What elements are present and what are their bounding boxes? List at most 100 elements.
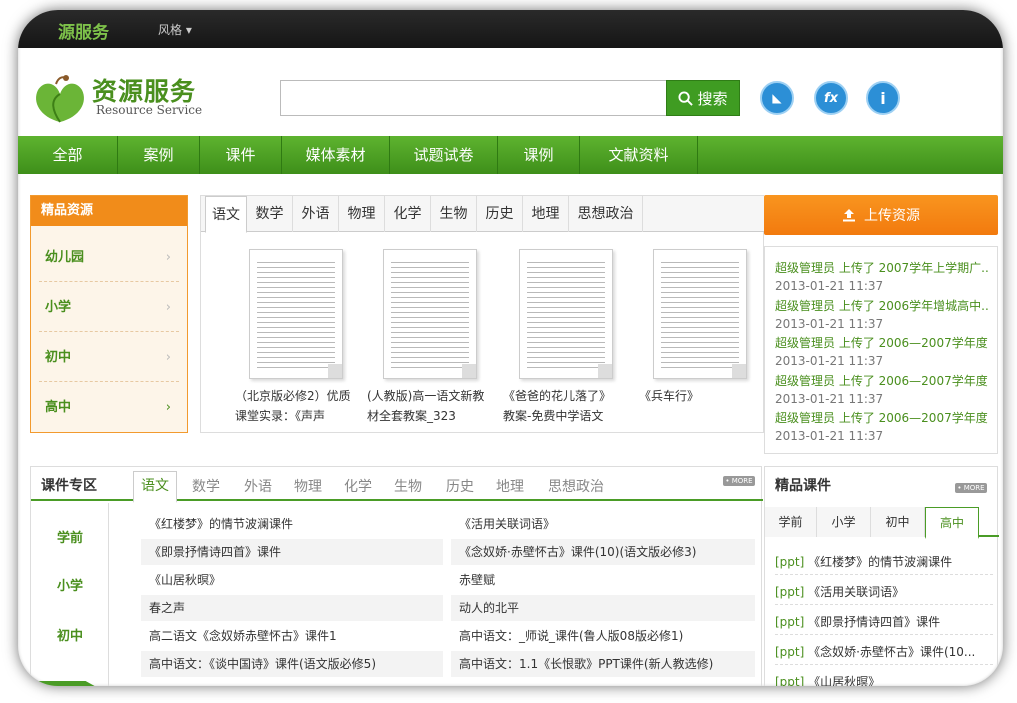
list-item[interactable]: 《活用关联词语》 [451,511,755,537]
upload-label: 上传资源 [864,208,920,224]
list-item[interactable]: 《念奴娇·赤壁怀古》课件(10)(语文版必修3) [451,539,755,565]
tab-math[interactable]: 数学 [247,196,293,232]
tab-chinese[interactable]: 语文 [205,196,247,233]
tab-chemistry[interactable]: 化学 [385,196,431,232]
premium-item[interactable]: [ppt] 《活用关联词语》 [775,579,993,605]
tab-history[interactable]: 历史 [477,196,523,232]
browser-frame: 源服务 风格 ▾ 资源服务 Resource Service 搜索 ◣ fx i… [18,10,1003,686]
activity-time: 2013-01-21 11:37 [775,354,884,368]
premium-item[interactable]: [ppt] 《红楼梦》的情节波澜课件 [775,549,993,575]
level-primary[interactable]: 小学 › [39,284,179,332]
activity-text[interactable]: 超级管理员 上传了 2006—2007学年度... [775,372,989,389]
premium-courseware: 精品课件 • MORE 学前 小学 初中 高中 [ppt] 《红楼梦》的情节波澜… [764,466,999,686]
featured-panel: 精品资源 幼儿园 › 小学 › 初中 › 高中 › [30,195,188,433]
premium-title: 精品课件 [775,478,831,494]
document-thumbnail[interactable] [383,249,477,379]
activity-feed: 超级管理员 上传了 2007学年上学期广... 2013-01-21 11:37… [764,246,998,454]
formula-icon[interactable]: fx [814,81,848,115]
triangle-ruler-icon[interactable]: ◣ [760,81,794,115]
chevron-right-icon: › [165,400,171,415]
tab-physics[interactable]: 物理 [285,473,331,501]
tab-primary[interactable]: 小学 [817,507,871,537]
more-button[interactable]: • MORE [723,476,755,486]
chevron-right-icon: › [165,300,171,315]
upload-button[interactable]: 上传资源 [764,195,998,235]
list-item[interactable]: 高二语文《念奴娇赤壁怀古》课件1 [141,623,443,649]
activity-time: 2013-01-21 11:37 [775,429,884,443]
list-item[interactable]: 动人的北平 [451,595,755,621]
upload-icon [843,209,855,222]
list-item[interactable]: 《即景抒情诗四首》课件 [141,539,443,565]
tab-physics[interactable]: 物理 [339,196,385,232]
list-item[interactable]: 《山居秋暝》 [141,567,443,593]
level-kindergarten[interactable]: 幼儿园 › [39,234,179,282]
activity-text[interactable]: 超级管理员 上传了 2006—2007学年度... [775,409,989,426]
document-thumbnail[interactable] [519,249,613,379]
document-thumbnail[interactable] [653,249,747,379]
courseware-title: 课件专区 [41,478,97,494]
tab-chemistry[interactable]: 化学 [335,473,381,501]
tab-english[interactable]: 外语 [235,473,281,501]
level-senior[interactable]: 高中 › [39,384,179,432]
search-button-label: 搜索 [697,89,728,108]
list-item[interactable]: 高中语文：1.1《长恨歌》PPT课件(新人教选修) [451,651,755,677]
tab-english[interactable]: 外语 [293,196,339,232]
tab-senior[interactable]: 高中 [925,507,979,539]
courseware-header: 课件专区 语文 数学 外语 物理 化学 生物 历史 地理 思想政治 • MORE [31,467,763,503]
list-item[interactable]: 赤壁赋 [451,567,755,593]
tab-biology[interactable]: 生物 [431,196,477,232]
level-primary[interactable]: 小学 [31,575,109,594]
premium-item[interactable]: [ppt] 《即景抒情诗四首》课件 [775,609,993,635]
activity-text[interactable]: 超级管理员 上传了 2006学年增城高中... [775,297,989,314]
more-button[interactable]: • MORE [955,483,987,493]
list-item[interactable]: 春之声 [141,595,443,621]
document-caption[interactable]: 《兵车行》 [639,386,757,406]
info-icon[interactable]: i [866,81,900,115]
tab-politics[interactable]: 思想政治 [539,473,613,501]
nav-item-all[interactable]: 全部 [18,136,118,174]
activity-text[interactable]: 超级管理员 上传了 2006—2007学年度... [775,334,989,351]
level-junior[interactable]: 初中 [31,625,109,644]
nav-item-exams[interactable]: 试题试卷 [390,136,498,174]
courseware-levels: 学前 小学 初中 [31,503,109,686]
level-junior[interactable]: 初中 › [39,334,179,382]
tab-preschool[interactable]: 学前 [765,507,817,537]
premium-item[interactable]: [ppt] 《山居秋暝》 [775,669,993,686]
courseware-section: 课件专区 语文 数学 外语 物理 化学 生物 历史 地理 思想政治 • MORE… [30,466,763,686]
nav-item-literature[interactable]: 文献资料 [580,136,698,174]
tab-geography[interactable]: 地理 [523,196,569,232]
search-button[interactable]: 搜索 [666,80,740,116]
document-caption[interactable]: （北京版必修2）优质课堂实录：《声声 [235,386,353,426]
level-preschool[interactable]: 学前 [31,527,109,546]
list-item[interactable]: 高中语文：_师说_课件(鲁人版08版必修1) [451,623,755,649]
active-level-marker[interactable] [31,681,109,686]
tab-geography[interactable]: 地理 [487,473,533,501]
list-item[interactable]: 《红楼梦》的情节波澜课件 [141,511,443,537]
document-thumbnail[interactable] [249,249,343,379]
document-caption[interactable]: 《爸爸的花儿落了》教案-免费中学语文 [503,386,621,426]
leaf-logo-icon [36,75,84,123]
activity-time: 2013-01-21 11:37 [775,279,884,293]
document-caption[interactable]: (人教版)高一语文新教材全套教案_323 [367,386,485,426]
activity-text[interactable]: 超级管理员 上传了 2007学年上学期广... [775,259,989,276]
premium-item[interactable]: [ppt] 《念奴娇·赤壁怀古》课件(10... [775,639,993,665]
search-icon [678,90,694,106]
subject-tabs: 语文 数学 外语 物理 化学 生物 历史 地理 思想政治 [201,196,765,233]
nav-item-courseware[interactable]: 课件 [200,136,282,174]
main-nav: 全部 案例 课件 媒体素材 试题试卷 课例 文献资料 [18,136,1003,174]
search-input[interactable] [280,80,668,116]
style-menu[interactable]: 风格 ▾ [158,21,192,38]
nav-item-lessons[interactable]: 课例 [498,136,580,174]
documents-panel: 语文 数学 外语 物理 化学 生物 历史 地理 思想政治 （北京版必修2）优质课… [200,195,765,433]
tab-math[interactable]: 数学 [183,473,229,501]
list-item[interactable]: 高中语文：《谈中国诗》课件(语文版必修5) [141,651,443,677]
tab-politics[interactable]: 思想政治 [569,196,643,232]
tab-chinese[interactable]: 语文 [133,471,177,503]
activity-time: 2013-01-21 11:37 [775,392,884,406]
tab-history[interactable]: 历史 [437,473,483,501]
top-brand: 源服务 [58,23,109,43]
nav-item-media[interactable]: 媒体素材 [282,136,390,174]
tab-biology[interactable]: 生物 [385,473,431,501]
tab-junior[interactable]: 初中 [871,507,925,537]
nav-item-cases[interactable]: 案例 [118,136,200,174]
